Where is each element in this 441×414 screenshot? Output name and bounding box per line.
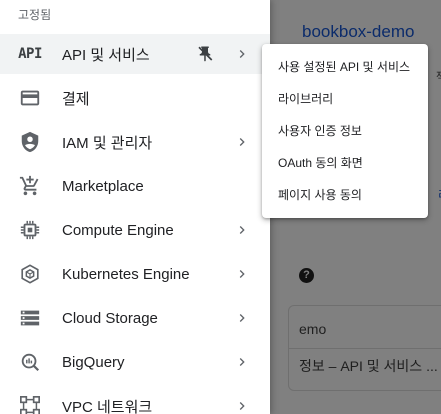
background-card-title: emo xyxy=(299,321,327,337)
nav-item-label: Kubernetes Engine xyxy=(62,265,190,283)
nav-item-kubernetes-engine[interactable]: Kubernetes Engine xyxy=(0,254,270,294)
app-root: bookbox-demo 젝 리 ? emo 정보 – API 및 서비스 ..… xyxy=(0,0,441,414)
chevron-right-icon xyxy=(234,266,250,282)
background-text-fragment: 젝 xyxy=(436,68,441,84)
pinned-section-label: 고정됨 xyxy=(18,8,52,22)
help-circle-icon: ? xyxy=(299,268,314,283)
nav-item-iam-admin[interactable]: IAM 및 관리자 xyxy=(0,122,270,162)
nav-item-cloud-storage[interactable]: Cloud Storage xyxy=(0,298,270,338)
shield-icon xyxy=(18,130,42,154)
nav-item-label: VPC 네트워크 xyxy=(62,398,153,414)
chevron-right-icon xyxy=(234,398,250,414)
background-card-row: 정보 – API 및 서비스 ... xyxy=(299,358,438,374)
nav-item-bigquery[interactable]: BigQuery xyxy=(0,342,270,382)
cart-icon xyxy=(18,174,42,198)
divider xyxy=(289,348,441,349)
submenu-item-label: OAuth 동의 화면 xyxy=(278,155,363,170)
submenu-item-page-usage-agreements[interactable]: 페이지 사용 동의 xyxy=(262,178,428,210)
submenu-item-label: 페이지 사용 동의 xyxy=(278,187,362,202)
submenu-item-oauth-consent[interactable]: OAuth 동의 화면 xyxy=(262,146,428,178)
api-services-submenu: 사용 설정된 API 및 서비스 라이브러리 사용자 인증 정보 OAuth 동… xyxy=(262,44,428,218)
chevron-right-icon xyxy=(234,222,250,238)
project-title: bookbox-demo xyxy=(302,22,415,41)
submenu-item-library[interactable]: 라이브러리 xyxy=(262,82,428,114)
chevron-right-icon xyxy=(234,310,250,326)
nav-item-marketplace[interactable]: Marketplace xyxy=(0,166,270,206)
chevron-right-icon xyxy=(234,46,250,62)
submenu-item-label: 사용 설정된 API 및 서비스 xyxy=(278,59,411,74)
submenu-item-label: 라이브러리 xyxy=(278,91,334,106)
pin-icon[interactable] xyxy=(196,45,214,63)
api-text-icon: API xyxy=(18,46,42,62)
submenu-item-enabled-apis[interactable]: 사용 설정된 API 및 서비스 xyxy=(262,50,428,82)
bigquery-icon xyxy=(18,350,42,374)
nav-item-vpc-network[interactable]: VPC 네트워크 xyxy=(0,386,270,414)
chevron-right-icon xyxy=(234,134,250,150)
nav-item-compute-engine[interactable]: Compute Engine xyxy=(0,210,270,250)
nav-item-billing[interactable]: 결제 xyxy=(0,78,270,118)
network-icon xyxy=(18,394,42,414)
nav-item-label: API 및 서비스 xyxy=(62,46,150,64)
chip-icon xyxy=(18,218,42,242)
submenu-item-label: 사용자 인증 정보 xyxy=(278,123,362,138)
hexagon-icon xyxy=(18,262,42,286)
nav-item-api-services[interactable]: API API 및 서비스 xyxy=(0,34,270,74)
nav-item-label: IAM 및 관리자 xyxy=(62,134,153,152)
background-card: emo 정보 – API 및 서비스 ... xyxy=(288,305,441,391)
nav-item-label: Cloud Storage xyxy=(62,309,158,327)
billing-icon xyxy=(18,86,42,110)
nav-item-label: Marketplace xyxy=(62,177,144,195)
navigation-drawer: 고정됨 API API 및 서비스 결제 IAM 및 관리자 Marketpla… xyxy=(0,0,270,414)
chevron-right-icon xyxy=(234,354,250,370)
storage-icon xyxy=(18,306,42,330)
nav-item-label: Compute Engine xyxy=(62,221,174,239)
nav-item-label: 결제 xyxy=(62,90,90,108)
submenu-item-credentials[interactable]: 사용자 인증 정보 xyxy=(262,114,428,146)
nav-item-label: BigQuery xyxy=(62,353,125,371)
